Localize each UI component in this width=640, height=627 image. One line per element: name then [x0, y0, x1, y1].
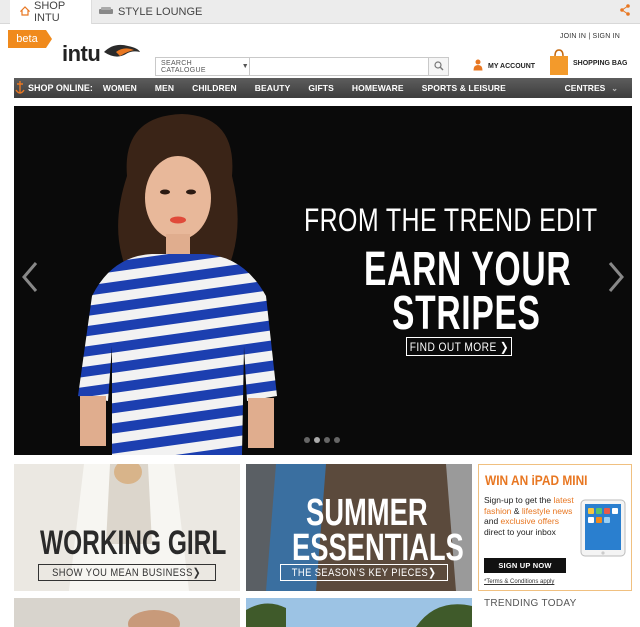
- logo-text: intu: [62, 40, 101, 66]
- bird-logo-icon: [102, 40, 142, 67]
- bottom-tile-1[interactable]: [14, 598, 240, 627]
- carousel-prev-arrow-icon[interactable]: [18, 259, 42, 295]
- sign-up-now-button[interactable]: SIGN UP NOW: [484, 558, 566, 573]
- search-input[interactable]: [250, 58, 428, 75]
- my-account-link[interactable]: MY ACCOUNT: [473, 59, 535, 73]
- nav-beauty[interactable]: BEAUTY: [255, 83, 291, 93]
- nav-men[interactable]: MEN: [155, 83, 174, 93]
- carousel-dot-4[interactable]: [334, 437, 340, 443]
- carousel-next-arrow-icon[interactable]: [604, 259, 628, 295]
- join-in-link[interactable]: JOIN IN: [560, 33, 586, 40]
- home-icon: [19, 5, 31, 19]
- hero-title-line-2: STRIPES: [392, 287, 541, 340]
- intu-logo[interactable]: intu: [62, 40, 142, 67]
- ipad-promo-text: Sign-up to get the latest fashion & life…: [484, 495, 574, 537]
- tab-style-lounge[interactable]: STYLE LOUNGE: [96, 0, 202, 24]
- bottom-tile-2-image: [246, 598, 472, 627]
- nav-title: SHOP ONLINE:: [28, 83, 93, 93]
- main-nav: SHOP ONLINE: WOMEN MEN CHILDREN BEAUTY G…: [14, 78, 632, 98]
- share-icon[interactable]: [620, 4, 630, 19]
- nav-homeware[interactable]: HOMEWARE: [352, 83, 404, 93]
- search-category-dropdown[interactable]: SEARCH CATALOGUE ▼: [156, 58, 250, 75]
- carousel-dot-3[interactable]: [324, 437, 330, 443]
- trending-today-heading: TRENDING TODAY: [484, 598, 577, 609]
- hero-carousel[interactable]: FROM THE TREND EDIT EARN YOUR STRIPES FI…: [14, 106, 632, 455]
- summer-essentials-cta[interactable]: THE SEASON’S KEY PIECES❯: [280, 564, 448, 581]
- nav-women[interactable]: WOMEN: [103, 83, 137, 93]
- nav-centres-dropdown[interactable]: CENTRES ⌄: [565, 83, 618, 93]
- hero-kicker: FROM THE TREND EDIT: [304, 202, 598, 238]
- find-out-more-button[interactable]: FIND OUT MORE ❯: [406, 337, 512, 356]
- anchor-icon: [14, 80, 26, 96]
- carousel-dot-1[interactable]: [304, 437, 310, 443]
- hero-model-image: [78, 114, 277, 455]
- top-tab-bar: SHOP INTU STYLE LOUNGE: [0, 0, 640, 24]
- sign-in-link[interactable]: SIGN IN: [593, 33, 620, 40]
- shopping-bag-icon: [549, 48, 569, 78]
- auth-links: JOIN IN | SIGN IN: [560, 33, 620, 40]
- tab-shop-intu[interactable]: SHOP INTU: [10, 0, 92, 24]
- nav-sports-leisure[interactable]: SPORTS & LEISURE: [422, 83, 506, 93]
- site-header: beta intu SEARCH CATALOGUE ▼ JOIN IN | S…: [0, 24, 640, 78]
- bottom-tile-2[interactable]: [246, 598, 472, 627]
- chevron-down-icon: ▼: [241, 63, 249, 70]
- search-icon: [433, 58, 444, 76]
- carousel-dots: [304, 437, 344, 443]
- carousel-dot-2[interactable]: [314, 437, 320, 443]
- search-bar: SEARCH CATALOGUE ▼: [155, 57, 449, 76]
- working-girl-cta[interactable]: SHOW YOU MEAN BUSINESS❯: [38, 564, 216, 581]
- bottom-tile-1-image: [14, 598, 240, 627]
- sofa-icon: [98, 6, 114, 19]
- tab-label: STYLE LOUNGE: [118, 6, 203, 18]
- ipad-device-image: [580, 499, 626, 557]
- chevron-down-icon: ⌄: [611, 84, 618, 93]
- ipad-promo: WIN AN iPAD MINI Sign-up to get the late…: [478, 464, 632, 591]
- beta-badge: beta: [8, 30, 52, 48]
- summer-essentials-tile[interactable]: SUMMER ESSENTIALS THE SEASON’S KEY PIECE…: [246, 464, 472, 591]
- nav-children[interactable]: CHILDREN: [192, 83, 237, 93]
- separator: |: [588, 33, 591, 40]
- working-girl-headline: WORKING GIRL: [40, 524, 227, 562]
- user-icon: [473, 59, 483, 73]
- tab-label: SHOP INTU: [34, 0, 65, 24]
- shopping-bag-link[interactable]: SHOPPING BAG: [549, 48, 627, 78]
- working-girl-tile[interactable]: WORKING GIRL SHOW YOU MEAN BUSINESS❯: [14, 464, 240, 591]
- nav-gifts[interactable]: GIFTS: [308, 83, 334, 93]
- ipad-promo-title: WIN AN iPAD MINI: [485, 472, 588, 488]
- terms-link[interactable]: *Terms & Conditions apply: [484, 579, 554, 585]
- search-button[interactable]: [428, 58, 448, 75]
